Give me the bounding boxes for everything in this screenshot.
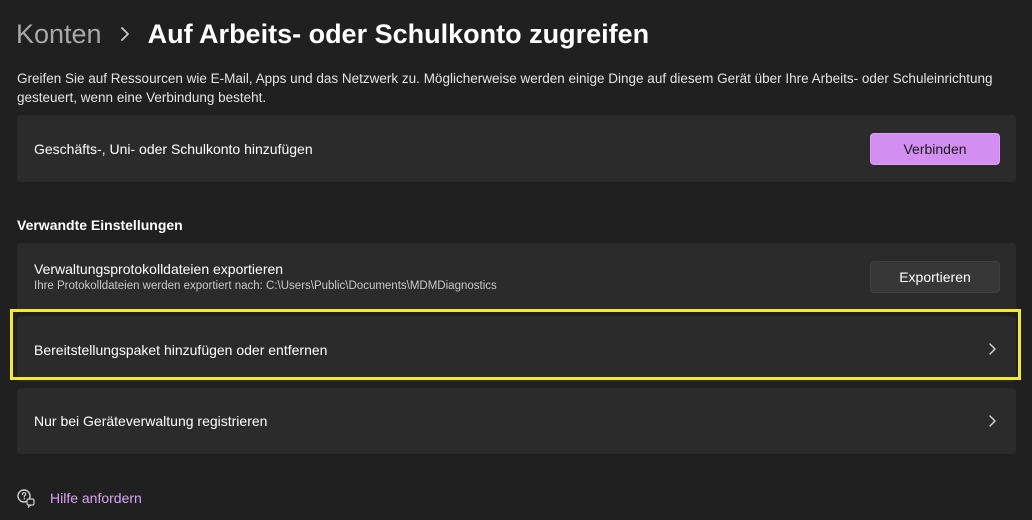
device-management-enroll-label: Nur bei Geräteverwaltung registrieren: [34, 413, 268, 429]
chevron-right-icon: [120, 26, 130, 42]
export-button[interactable]: Exportieren: [870, 261, 1000, 293]
device-management-enroll-item[interactable]: Nur bei Geräteverwaltung registrieren: [17, 388, 1016, 454]
breadcrumb: Konten Auf Arbeits- oder Schulkonto zugr…: [16, 14, 649, 54]
export-logs-card: Verwaltungsprotokolldateien exportieren …: [17, 243, 1016, 311]
add-account-label: Geschäfts-, Uni- oder Schulkonto hinzufü…: [34, 141, 313, 157]
provisioning-package-label: Bereitstellungspaket hinzufügen oder ent…: [34, 342, 328, 358]
settings-page: Konten Auf Arbeits- oder Schulkonto zugr…: [0, 0, 1032, 520]
breadcrumb-konten-link[interactable]: Konten: [16, 19, 102, 50]
related-settings-heading: Verwandte Einstellungen: [17, 217, 183, 233]
chevron-right-icon: [987, 342, 997, 356]
get-help-link[interactable]: Hilfe anfordern: [50, 490, 142, 506]
connect-button[interactable]: Verbinden: [870, 133, 1000, 165]
add-account-card: Geschäfts-, Uni- oder Schulkonto hinzufü…: [17, 115, 1016, 182]
export-logs-title: Verwaltungsprotokolldateien exportieren: [34, 261, 284, 277]
page-description: Greifen Sie auf Ressourcen wie E-Mail, A…: [17, 71, 993, 105]
export-logs-path: Ihre Protokolldateien werden exportiert …: [34, 280, 497, 292]
chevron-right-icon: [987, 414, 997, 428]
page-title: Auf Arbeits- oder Schulkonto zugreifen: [147, 18, 650, 49]
provisioning-package-item[interactable]: Bereitstellungspaket hinzufügen oder ent…: [17, 316, 1016, 382]
get-help[interactable]: Hilfe anfordern: [16, 488, 142, 509]
help-chat-icon: [16, 488, 36, 509]
